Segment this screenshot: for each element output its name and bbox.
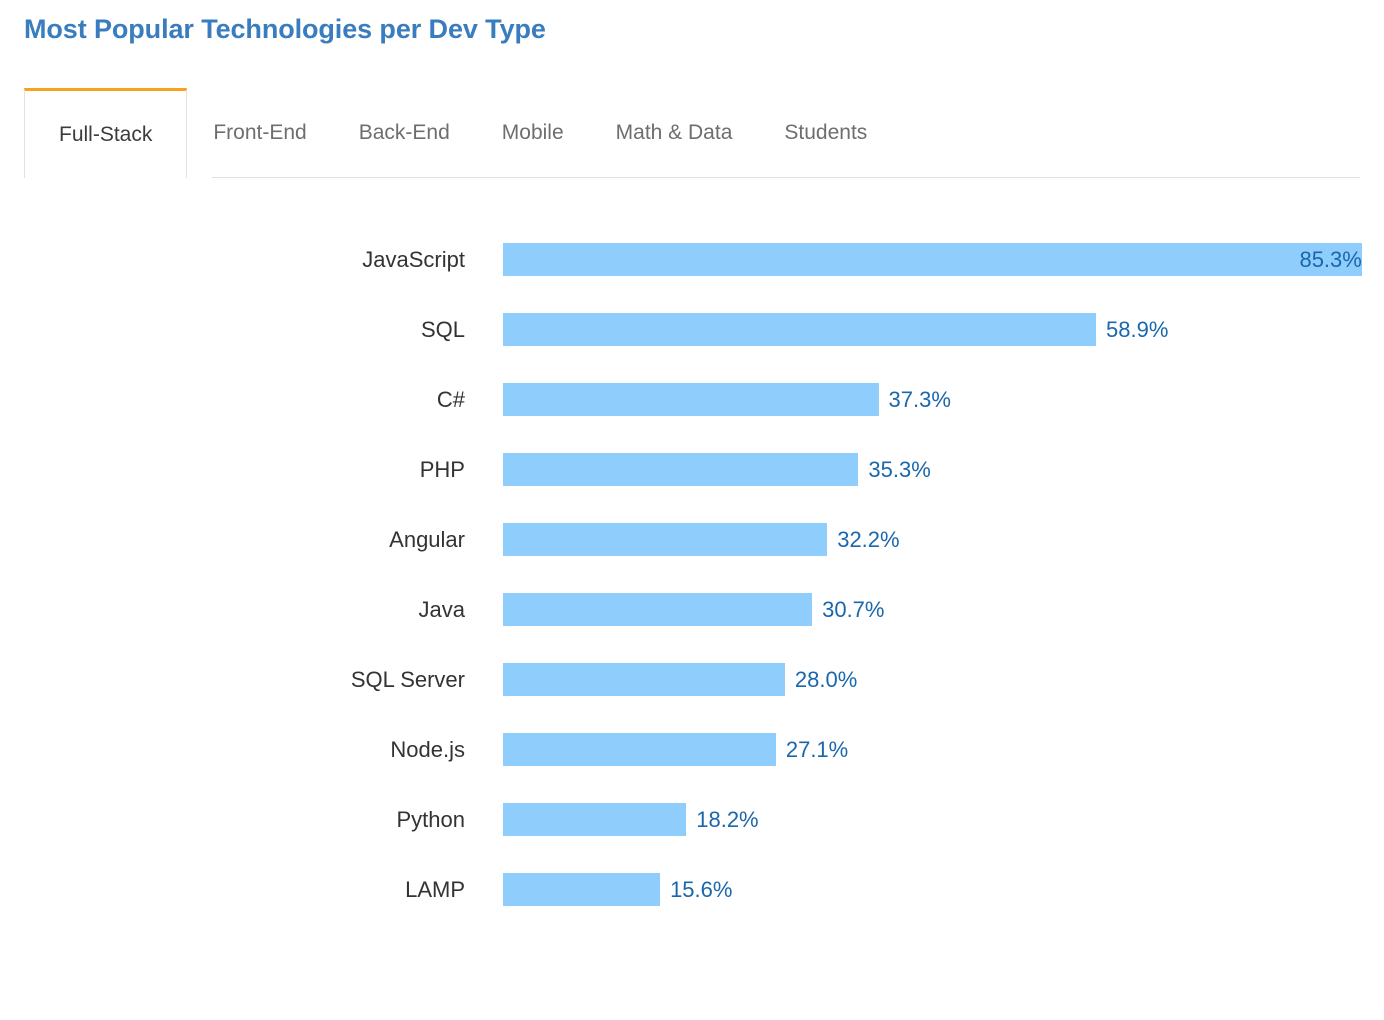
bar-category-label: SQL [420, 317, 465, 342]
tab-label: Front-End [213, 121, 307, 144]
bar-category-label: Angular [389, 527, 465, 552]
tab-full-stack[interactable]: Full-Stack [24, 88, 188, 178]
bar-row: PHP 35.3% [0, 453, 1384, 523]
page-title: Most Popular Technologies per Dev Type [24, 14, 546, 44]
bar-category-label: Java [418, 597, 465, 622]
bar-category-label: PHP [419, 457, 465, 482]
tab-label: Back-End [358, 121, 450, 144]
bar-category-label: JavaScript [362, 247, 465, 272]
bar-category-label: Node.js [390, 737, 465, 762]
bar-track: 85.3% [503, 243, 1384, 276]
tab-mobile[interactable]: Mobile [476, 88, 590, 178]
bar-value-label: 28.0% [794, 667, 858, 692]
bar-fill[interactable] [503, 593, 813, 626]
bar-row: SQL 58.9% [0, 313, 1384, 383]
tab-front-end[interactable]: Front-End [187, 88, 332, 178]
bar-value-label: 30.7% [822, 597, 885, 622]
tab-students[interactable]: Students [758, 88, 893, 178]
bar-row: SQL Server 28.0% [0, 663, 1384, 733]
bar-row: LAMP 15.6% [0, 873, 1384, 943]
bar-row: JavaScript 85.3% [0, 243, 1384, 313]
bar-track: 35.3% [503, 453, 1384, 486]
bar-row: Python 18.2% [0, 803, 1384, 873]
bar-track: 37.3% [503, 383, 1384, 416]
tab-list: Full-Stack Front-End Back-End Mobile Mat… [24, 88, 893, 178]
tab-label: Students [784, 121, 868, 144]
bar-value-label: 37.3% [888, 387, 951, 412]
bar-fill[interactable] [503, 873, 661, 906]
bar-track: 27.1% [503, 733, 1384, 766]
bar-fill[interactable] [503, 523, 828, 556]
bar-chart: JavaScript 85.3% SQL 58.9% C# 37.3% PHP 35.3% An… [0, 243, 1384, 943]
bar-fill[interactable] [503, 663, 785, 696]
bar-category-label: SQL Server [350, 667, 465, 692]
bar-fill[interactable] [503, 383, 879, 416]
bar-track: 18.2% [503, 803, 1384, 836]
bar-track: 30.7% [503, 593, 1384, 626]
tab-math-and-data[interactable]: Math & Data [590, 88, 759, 178]
bar-track: 28.0% [503, 663, 1384, 696]
tab-label: Math & Data [615, 121, 733, 144]
bar-value-label: 18.2% [696, 807, 759, 832]
bar-track: 58.9% [503, 313, 1384, 346]
bar-category-label: LAMP [405, 877, 465, 902]
tab-bar: Full-Stack Front-End Back-End Mobile Mat… [0, 88, 1384, 178]
bar-category-label: C# [436, 387, 465, 412]
bar-fill[interactable] [503, 733, 776, 766]
tab-back-end[interactable]: Back-End [333, 88, 476, 178]
bar-value-label: 32.2% [837, 527, 900, 552]
bar-track: 32.2% [503, 523, 1384, 556]
tab-label: Mobile [501, 121, 564, 144]
bar-row: C# 37.3% [0, 383, 1384, 453]
bar-row: Java 30.7% [0, 593, 1384, 663]
bar-row: Node.js 27.1% [0, 733, 1384, 803]
bar-track: 15.6% [503, 873, 1384, 906]
bar-row: Angular 32.2% [0, 523, 1384, 593]
tab-label: Full-Stack [59, 122, 153, 146]
bar-value-label: 58.9% [1106, 317, 1169, 342]
bar-fill[interactable] [503, 453, 859, 486]
bar-value-label: 15.6% [670, 877, 733, 902]
bar-value-label: 35.3% [868, 457, 931, 482]
bar-value-label: 85.3% [1299, 247, 1362, 272]
bar-category-label: Python [396, 807, 466, 832]
bar-value-label: 27.1% [785, 737, 849, 762]
bar-fill[interactable] [503, 313, 1097, 346]
bar-fill[interactable] [503, 803, 687, 836]
